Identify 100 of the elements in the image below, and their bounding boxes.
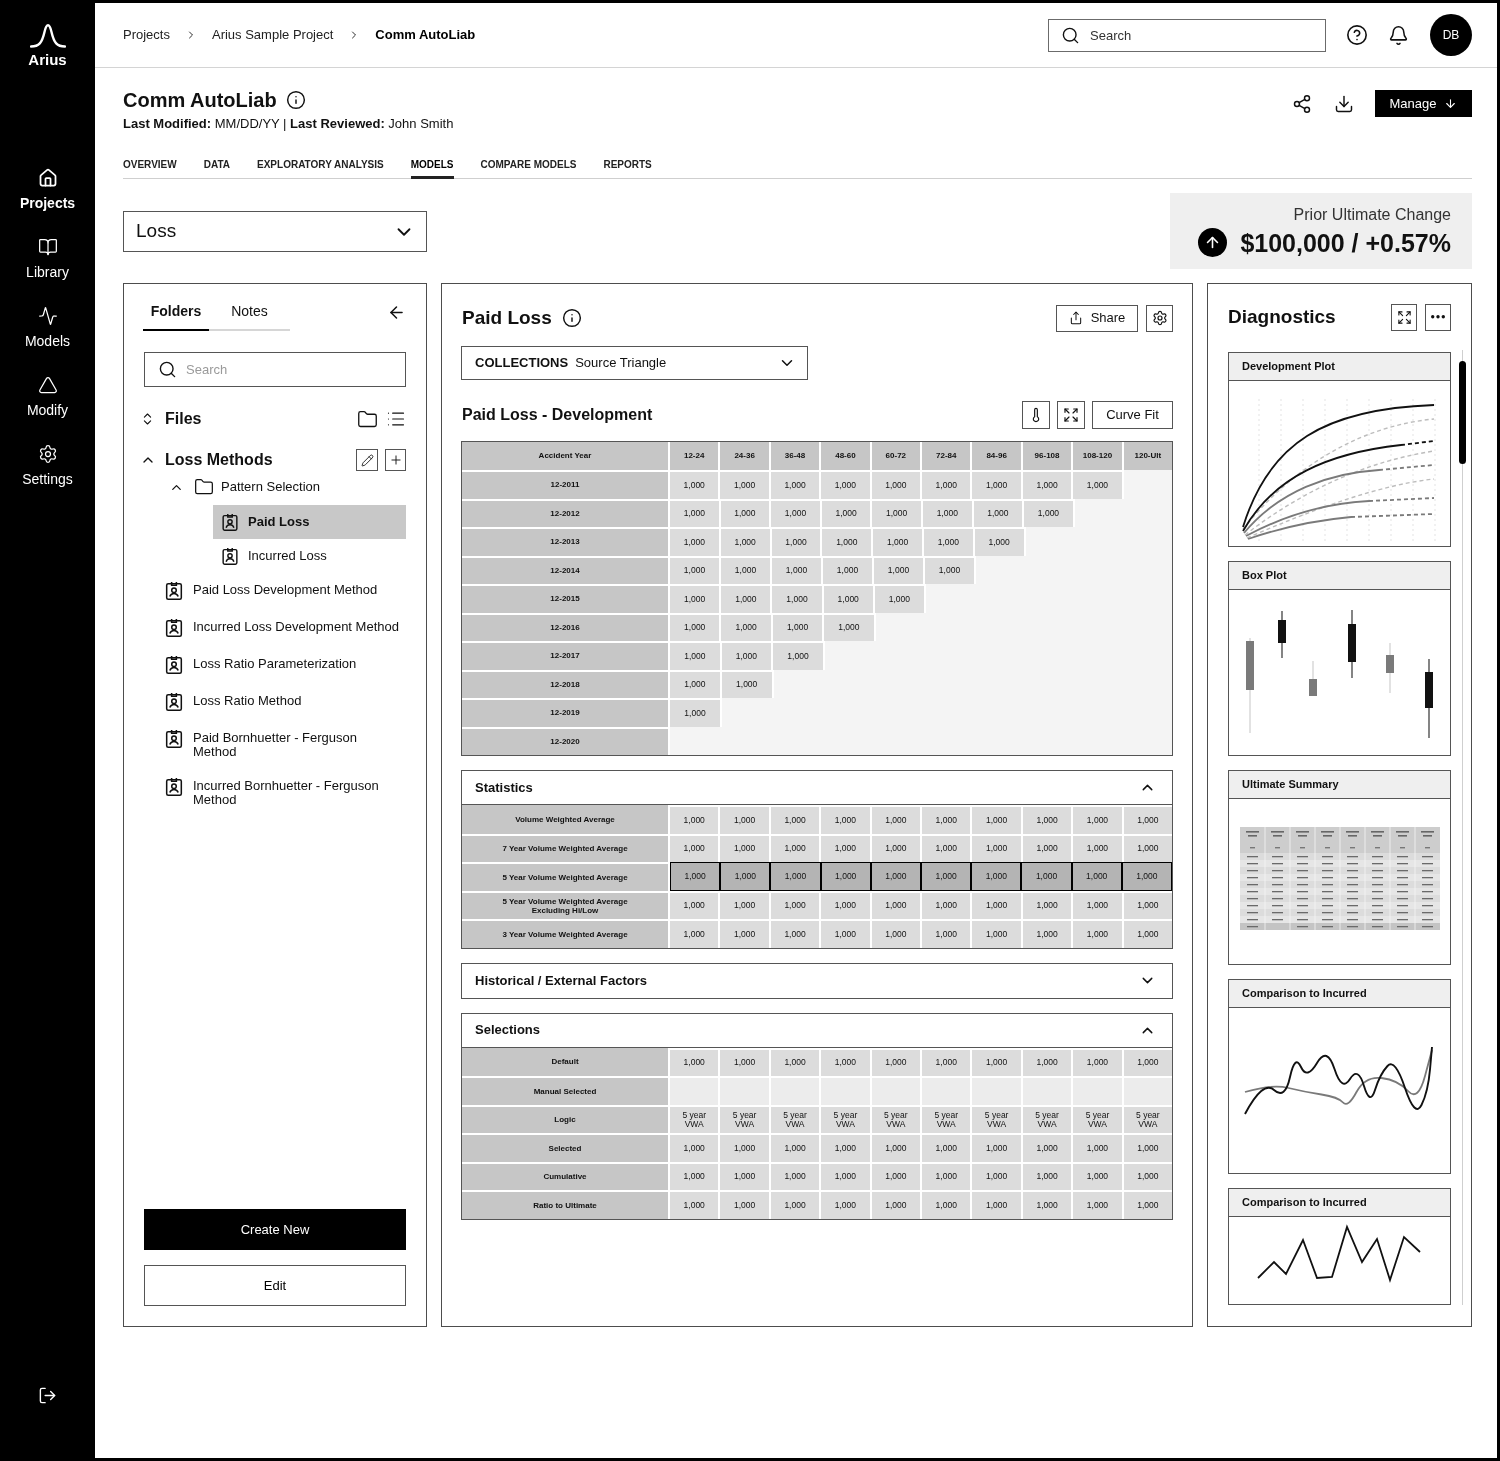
breadcrumb-link[interactable]: Arius Sample Project	[211, 25, 334, 45]
table-cell: 1,000	[670, 498, 721, 527]
tree-toggle[interactable]: Loss Methods	[140, 448, 273, 472]
bell-icon[interactable]	[1388, 24, 1409, 46]
share-button[interactable]: Share	[1056, 304, 1138, 332]
card-title: Comparison to Incurred	[1229, 980, 1450, 1008]
folder-icon[interactable]	[357, 408, 378, 430]
row-header: 12-2014	[462, 555, 670, 584]
tree-item[interactable]: Incurred Loss	[213, 539, 406, 573]
search-icon	[158, 360, 177, 379]
tab[interactable]: DATA	[203, 157, 230, 179]
category-select[interactable]: Loss	[123, 211, 427, 252]
tree-folder[interactable]: Pattern Selection	[169, 475, 320, 499]
table-cell: 1,000	[922, 1190, 973, 1219]
help-icon[interactable]	[1346, 24, 1368, 46]
manual-input-field[interactable]	[1022, 1076, 1074, 1105]
row-header: Selected	[462, 1133, 670, 1162]
diagnostic-card[interactable]: Comparison to Incurred	[1228, 1188, 1451, 1305]
tree-item[interactable]: Incurred Bornhuetter - Ferguson Method	[165, 769, 408, 817]
tab[interactable]: MODELS	[410, 157, 454, 179]
table-cell: 1,000	[824, 612, 876, 641]
avatar[interactable]: DB	[1430, 14, 1472, 56]
breadcrumb-link[interactable]: Comm AutoLiab	[375, 25, 476, 45]
search-field[interactable]: Search	[144, 352, 406, 387]
table-cell: 1,000	[821, 470, 872, 499]
diagnostic-card[interactable]: Development Plot	[1228, 352, 1451, 547]
breadcrumb-link[interactable]: Projects	[123, 25, 170, 45]
section-header[interactable]: Selections	[462, 1013, 1172, 1048]
tab[interactable]: Notes	[209, 302, 290, 331]
manual-input-field[interactable]	[972, 1076, 1023, 1105]
tree-item[interactable]: Incurred Loss Development Method	[165, 610, 408, 647]
tree-item[interactable]: Paid Loss	[213, 505, 406, 539]
settings-button[interactable]	[1146, 304, 1173, 332]
expand-button[interactable]	[1057, 401, 1085, 429]
nav-item[interactable]: Models	[7, 306, 88, 350]
table-cell: 1,000	[670, 612, 722, 641]
table-cell: 1,000	[922, 919, 973, 948]
curve-fit-button[interactable]: Curve Fit	[1092, 401, 1173, 429]
table-cell: 1,000	[922, 890, 973, 919]
tab[interactable]: Folders	[143, 302, 209, 331]
manual-input-field[interactable]	[871, 1076, 923, 1105]
create-button[interactable]: Create New	[144, 1209, 406, 1250]
thermometer-button[interactable]	[1022, 401, 1050, 429]
table-cell: 1,000	[874, 555, 925, 584]
section-header[interactable]: Historical / External Factors	[462, 963, 1172, 998]
nav-item[interactable]: Library	[7, 237, 88, 281]
tree-item[interactable]: Paid Loss Development Method	[165, 573, 408, 610]
manage-button[interactable]: Manage	[1375, 90, 1472, 117]
logout-icon[interactable]	[38, 1386, 57, 1405]
share-icon[interactable]	[1292, 93, 1312, 114]
add-button[interactable]	[385, 449, 406, 471]
diagnostic-card[interactable]: Box Plot	[1228, 561, 1451, 756]
table-cell: 1,000	[972, 1047, 1023, 1076]
table-cell: 1,000	[1123, 919, 1173, 948]
nav-item[interactable]: Modify	[7, 375, 88, 419]
table-cell: 1,000	[1123, 805, 1173, 834]
nav-item[interactable]: Projects	[7, 168, 88, 212]
manual-input-field[interactable]	[670, 1076, 721, 1105]
diagnostic-card[interactable]: Ultimate Summary	[1228, 770, 1451, 965]
expand-button[interactable]	[1391, 303, 1417, 331]
tab[interactable]: COMPARE MODELS	[480, 157, 577, 179]
manual-input-field[interactable]	[770, 1076, 822, 1105]
nav-item[interactable]: Settings	[7, 444, 88, 488]
column-header: 84-96	[972, 442, 1023, 470]
page-meta: Last Modified: MM/DD/YY | Last Reviewed: John Smith	[123, 116, 454, 132]
tab[interactable]: OVERVIEW	[123, 157, 177, 179]
download-icon[interactable]	[1334, 93, 1354, 114]
manual-input-field[interactable]	[1123, 1076, 1173, 1105]
edit-button[interactable]: Edit	[144, 1265, 406, 1306]
table-cell: 1,000	[670, 919, 721, 948]
tree-item[interactable]: Loss Ratio Parameterization	[165, 647, 408, 684]
manual-input-field[interactable]	[1073, 1076, 1124, 1105]
row-header: 12-2015	[462, 584, 670, 613]
tab[interactable]: REPORTS	[603, 157, 652, 179]
scrollbar-thumb[interactable]	[1459, 361, 1466, 464]
home-icon	[37, 168, 58, 188]
manual-input-field[interactable]	[720, 1076, 771, 1105]
search-field[interactable]: Search	[1048, 18, 1326, 52]
table-cell: 1,000	[670, 470, 721, 499]
more-button[interactable]	[1425, 303, 1451, 331]
table-cell: 1,000	[821, 1133, 872, 1162]
table-cell: 1,000	[770, 1133, 822, 1162]
change-value: $100,000 / +0.57%	[1240, 227, 1451, 258]
tree-item[interactable]: Loss Ratio Method	[165, 684, 408, 721]
table-cell: 1,000	[670, 1161, 721, 1190]
collections-select[interactable]: COLLECTIONS Source Triangle	[461, 346, 808, 380]
edit-icon-button[interactable]	[356, 449, 378, 471]
diagnostic-card[interactable]: Comparison to Incurred	[1228, 979, 1451, 1174]
tree-item[interactable]: Paid Bornhuetter - Ferguson Method	[165, 721, 408, 769]
table-cell: 1,000	[972, 1161, 1023, 1190]
card-title: Comparison to Incurred	[1229, 1189, 1450, 1217]
table-cell: 1,000	[670, 527, 721, 556]
info-icon[interactable]	[285, 90, 306, 110]
tab[interactable]: EXPLORATORY ANALYSIS	[257, 157, 384, 179]
id-badge-icon	[222, 513, 238, 531]
info-icon[interactable]	[561, 308, 582, 328]
table-cell: 1,000	[670, 584, 722, 613]
manual-input-field[interactable]	[922, 1076, 973, 1105]
manual-input-field[interactable]	[821, 1076, 872, 1105]
row-header: Volume Weighted Average	[462, 805, 670, 834]
